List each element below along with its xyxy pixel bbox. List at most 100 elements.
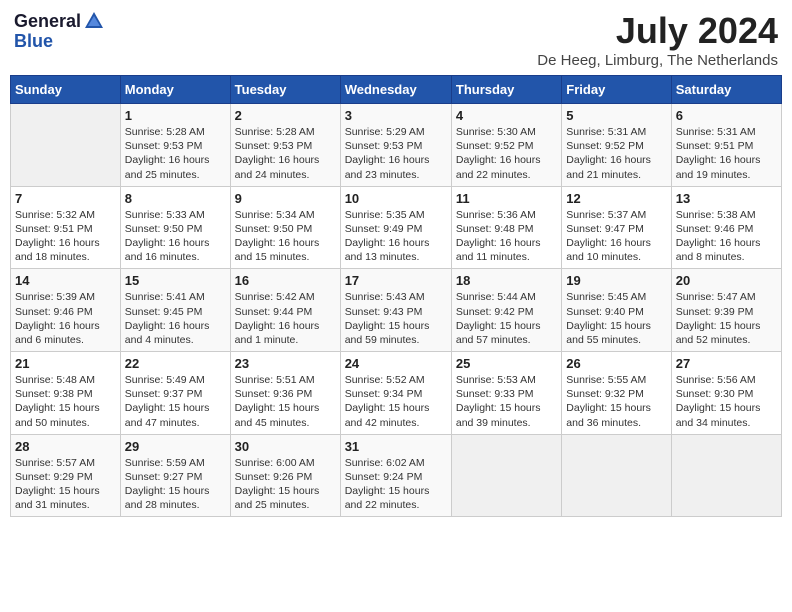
calendar-cell: 28 Sunrise: 5:57 AMSunset: 9:29 PMDayligh… (11, 434, 121, 517)
page-header: General Blue July 2024 De Heeg, Limburg,… (10, 10, 782, 69)
calendar-dow-friday: Friday (562, 76, 671, 104)
day-info: Sunrise: 5:38 AMSunset: 9:46 PMDaylight:… (676, 208, 777, 265)
day-info: Sunrise: 5:36 AMSunset: 9:48 PMDaylight:… (456, 208, 557, 265)
day-number: 11 (456, 191, 557, 206)
calendar-cell: 19Sunrise: 5:45 AMSunset: 9:40 PMDayligh… (562, 269, 671, 352)
day-info: Sunrise: 5:29 AMSunset: 9:53 PMDaylight:… (345, 125, 447, 182)
day-number: 18 (456, 273, 557, 288)
title-block: July 2024 De Heeg, Limburg, The Netherla… (537, 10, 778, 69)
day-number: 8 (125, 191, 226, 206)
main-title: July 2024 (537, 10, 778, 52)
day-info: Sunrise: 5:32 AMSunset: 9:51 PMDaylight:… (15, 208, 116, 265)
day-info: Sunrise: 5:42 AMSunset: 9:44 PMDaylight:… (235, 290, 336, 347)
calendar-cell: 9Sunrise: 5:34 AMSunset: 9:50 PMDaylight… (230, 186, 340, 269)
day-info: Sunrise: 5:30 AMSunset: 9:52 PMDaylight:… (456, 125, 557, 182)
calendar-dow-saturday: Saturday (671, 76, 781, 104)
day-number: 15 (125, 273, 226, 288)
day-number: 3 (345, 108, 447, 123)
day-info: Sunrise: 5:35 AMSunset: 9:49 PMDaylight:… (345, 208, 447, 265)
day-number: 9 (235, 191, 336, 206)
day-info: Sunrise: 5:55 AMSunset: 9:32 PMDaylight:… (566, 373, 666, 430)
calendar-cell: 11 Sunrise: 5:36 AMSunset: 9:48 PMDayligh… (451, 186, 561, 269)
calendar-header-row: SundayMondayTuesdayWednesdayThursdayFrid… (11, 76, 782, 104)
day-number: 16 (235, 273, 336, 288)
day-info: Sunrise: 6:02 AMSunset: 9:24 PMDaylight:… (345, 456, 447, 513)
calendar-cell: 25 Sunrise: 5:53 AMSunset: 9:33 PMDayligh… (451, 352, 561, 435)
day-info: Sunrise: 5:59 AMSunset: 9:27 PMDaylight:… (125, 456, 226, 513)
day-number: 13 (676, 191, 777, 206)
calendar-cell: 13 Sunrise: 5:38 AMSunset: 9:46 PMDayligh… (671, 186, 781, 269)
day-info: Sunrise: 5:48 AMSunset: 9:38 PMDaylight:… (15, 373, 116, 430)
calendar-cell (11, 104, 121, 187)
calendar-dow-monday: Monday (120, 76, 230, 104)
day-number: 12 (566, 191, 666, 206)
day-info: Sunrise: 5:49 AMSunset: 9:37 PMDaylight:… (125, 373, 226, 430)
calendar-cell: 22 Sunrise: 5:49 AMSunset: 9:37 PMDayligh… (120, 352, 230, 435)
day-info: Sunrise: 5:31 AMSunset: 9:51 PMDaylight:… (676, 125, 777, 182)
day-info: Sunrise: 5:41 AMSunset: 9:45 PMDaylight:… (125, 290, 226, 347)
subtitle: De Heeg, Limburg, The Netherlands (537, 52, 778, 69)
day-number: 30 (235, 439, 336, 454)
day-number: 2 (235, 108, 336, 123)
logo-general-text: General (14, 12, 81, 30)
day-number: 24 (345, 356, 447, 371)
calendar-week-2: 7 Sunrise: 5:32 AMSunset: 9:51 PMDaylight… (11, 186, 782, 269)
calendar-week-5: 28 Sunrise: 5:57 AMSunset: 9:29 PMDayligh… (11, 434, 782, 517)
calendar-week-4: 21Sunrise: 5:48 AMSunset: 9:38 PMDayligh… (11, 352, 782, 435)
day-number: 25 (456, 356, 557, 371)
calendar-cell: 18Sunrise: 5:44 AMSunset: 9:42 PMDayligh… (451, 269, 561, 352)
day-info: Sunrise: 5:56 AMSunset: 9:30 PMDaylight:… (676, 373, 777, 430)
calendar-table: SundayMondayTuesdayWednesdayThursdayFrid… (10, 75, 782, 517)
day-info: Sunrise: 5:47 AMSunset: 9:39 PMDaylight:… (676, 290, 777, 347)
day-info: Sunrise: 5:53 AMSunset: 9:33 PMDaylight:… (456, 373, 557, 430)
day-info: Sunrise: 5:45 AMSunset: 9:40 PMDaylight:… (566, 290, 666, 347)
logo-icon (83, 10, 105, 32)
day-info: Sunrise: 5:57 AMSunset: 9:29 PMDaylight:… (15, 456, 116, 513)
calendar-cell: 24Sunrise: 5:52 AMSunset: 9:34 PMDayligh… (340, 352, 451, 435)
calendar-cell (562, 434, 671, 517)
calendar-cell: 5Sunrise: 5:31 AMSunset: 9:52 PMDaylight… (562, 104, 671, 187)
calendar-cell: 14 Sunrise: 5:39 AMSunset: 9:46 PMDayligh… (11, 269, 121, 352)
day-number: 14 (15, 273, 116, 288)
calendar-dow-tuesday: Tuesday (230, 76, 340, 104)
calendar-cell: 10 Sunrise: 5:35 AMSunset: 9:49 PMDayligh… (340, 186, 451, 269)
calendar-week-3: 14 Sunrise: 5:39 AMSunset: 9:46 PMDayligh… (11, 269, 782, 352)
calendar-cell (671, 434, 781, 517)
calendar-cell: 31 Sunrise: 6:02 AMSunset: 9:24 PMDayligh… (340, 434, 451, 517)
day-number: 1 (125, 108, 226, 123)
calendar-dow-wednesday: Wednesday (340, 76, 451, 104)
day-number: 5 (566, 108, 666, 123)
day-number: 29 (125, 439, 226, 454)
day-number: 31 (345, 439, 447, 454)
day-number: 10 (345, 191, 447, 206)
calendar-cell: 7 Sunrise: 5:32 AMSunset: 9:51 PMDaylight… (11, 186, 121, 269)
day-number: 27 (676, 356, 777, 371)
day-info: Sunrise: 5:43 AMSunset: 9:43 PMDaylight:… (345, 290, 447, 347)
day-number: 22 (125, 356, 226, 371)
day-number: 28 (15, 439, 116, 454)
calendar-cell: 15 Sunrise: 5:41 AMSunset: 9:45 PMDayligh… (120, 269, 230, 352)
day-number: 6 (676, 108, 777, 123)
calendar-cell: 23 Sunrise: 5:51 AMSunset: 9:36 PMDayligh… (230, 352, 340, 435)
calendar-cell: 8Sunrise: 5:33 AMSunset: 9:50 PMDaylight… (120, 186, 230, 269)
day-info: Sunrise: 5:28 AMSunset: 9:53 PMDaylight:… (235, 125, 336, 182)
calendar-cell: 2 Sunrise: 5:28 AMSunset: 9:53 PMDaylight… (230, 104, 340, 187)
calendar-cell: 27 Sunrise: 5:56 AMSunset: 9:30 PMDayligh… (671, 352, 781, 435)
day-number: 20 (676, 273, 777, 288)
calendar-cell: 12Sunrise: 5:37 AMSunset: 9:47 PMDayligh… (562, 186, 671, 269)
calendar-cell: 4 Sunrise: 5:30 AMSunset: 9:52 PMDaylight… (451, 104, 561, 187)
day-info: Sunrise: 5:28 AMSunset: 9:53 PMDaylight:… (125, 125, 226, 182)
day-info: Sunrise: 6:00 AMSunset: 9:26 PMDaylight:… (235, 456, 336, 513)
calendar-cell: 29 Sunrise: 5:59 AMSunset: 9:27 PMDayligh… (120, 434, 230, 517)
day-number: 7 (15, 191, 116, 206)
calendar-cell (451, 434, 561, 517)
logo: General Blue (14, 10, 105, 50)
logo-blue-text: Blue (14, 32, 53, 50)
calendar-cell: 3 Sunrise: 5:29 AMSunset: 9:53 PMDaylight… (340, 104, 451, 187)
day-info: Sunrise: 5:39 AMSunset: 9:46 PMDaylight:… (15, 290, 116, 347)
calendar-cell: 21Sunrise: 5:48 AMSunset: 9:38 PMDayligh… (11, 352, 121, 435)
day-info: Sunrise: 5:51 AMSunset: 9:36 PMDaylight:… (235, 373, 336, 430)
day-number: 4 (456, 108, 557, 123)
day-number: 23 (235, 356, 336, 371)
day-number: 17 (345, 273, 447, 288)
